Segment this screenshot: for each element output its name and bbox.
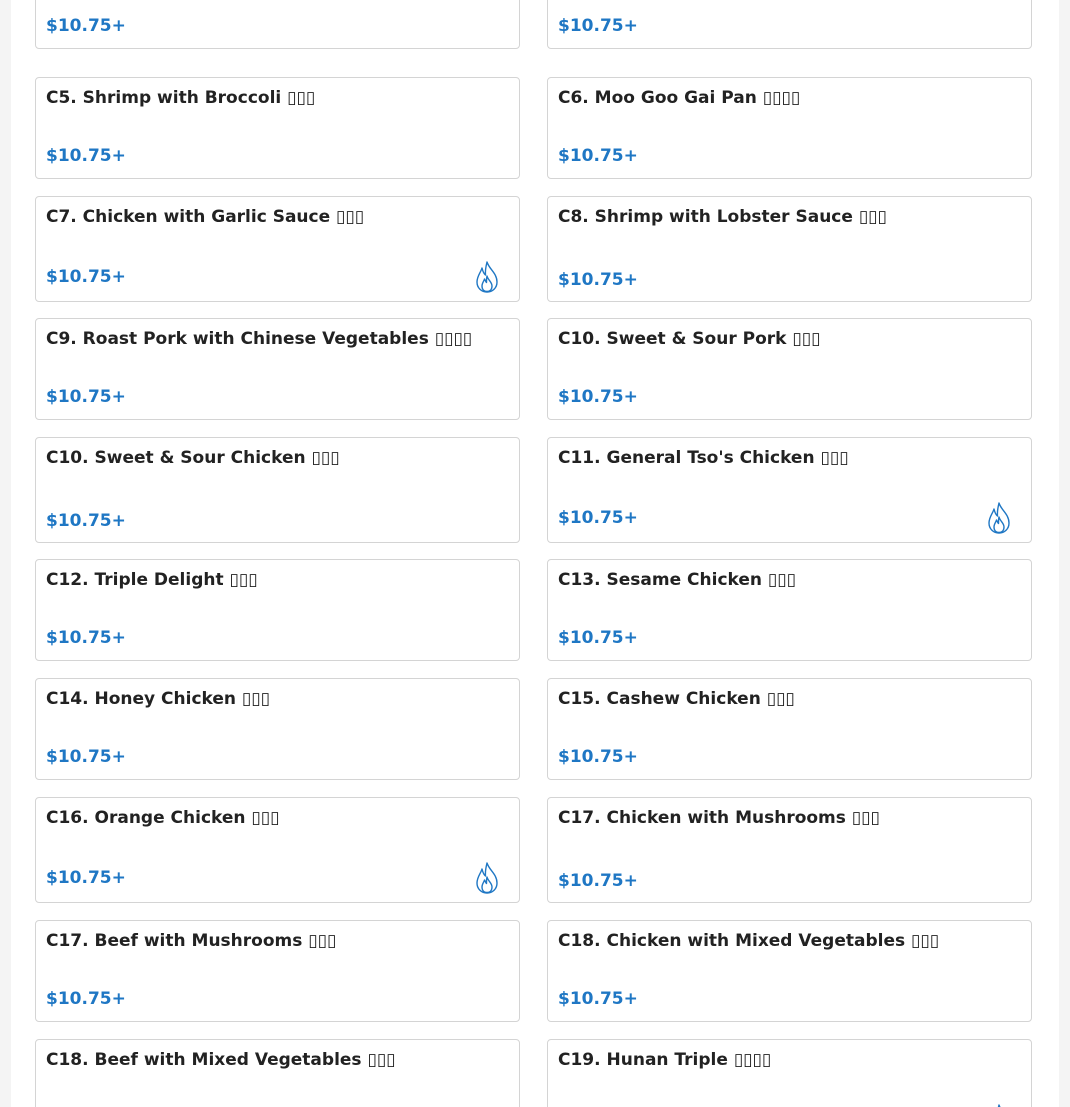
menu-item-name: C18. Beef with Mixed Vegetables ▯▯▯: [46, 1050, 396, 1070]
menu-item-name: C10. Sweet & Sour Chicken ▯▯▯: [46, 448, 340, 468]
menu-item-card[interactable]: C17. Beef with Mushrooms ▯▯▯ $10.75+: [35, 920, 520, 1022]
menu-item-price: $10.75+: [558, 508, 638, 528]
menu-item-name: C10. Sweet & Sour Pork ▯▯▯: [558, 329, 821, 349]
menu-item-price: $10.75+: [558, 871, 638, 891]
menu-item-name: C16. Orange Chicken ▯▯▯: [46, 808, 280, 828]
menu-item-card[interactable]: $10.75+: [547, 0, 1032, 49]
menu-item-card[interactable]: C6. Moo Goo Gai Pan ▯▯▯▯ $10.75+: [547, 77, 1032, 179]
flame-icon: [473, 260, 501, 294]
menu-item-price: $10.75+: [46, 146, 126, 166]
menu-item-price: $10.75+: [46, 267, 126, 287]
menu-item-price: $10.75+: [558, 387, 638, 407]
menu-item-name: C12. Triple Delight ▯▯▯: [46, 570, 258, 590]
menu-item-name: C13. Sesame Chicken ▯▯▯: [558, 570, 796, 590]
menu-item-card[interactable]: C15. Cashew Chicken ▯▯▯ $10.75+: [547, 678, 1032, 780]
menu-item-price: $10.75+: [46, 868, 126, 888]
menu-item-name: C8. Shrimp with Lobster Sauce ▯▯▯: [558, 207, 887, 227]
menu-item-card[interactable]: C12. Triple Delight ▯▯▯ $10.75+: [35, 559, 520, 661]
menu-item-card[interactable]: C13. Sesame Chicken ▯▯▯ $10.75+: [547, 559, 1032, 661]
menu-page: $10.75+ $10.75+ C5. Shrimp with Broccoli…: [11, 0, 1059, 1107]
menu-item-name: C7. Chicken with Garlic Sauce ▯▯▯: [46, 207, 365, 227]
menu-item-card[interactable]: C11. General Tso's Chicken ▯▯▯ $10.75+: [547, 437, 1032, 543]
menu-item-price: $10.75+: [46, 16, 126, 36]
menu-item-price: $10.75+: [558, 146, 638, 166]
menu-item-price: $10.75+: [558, 16, 638, 36]
menu-item-price: $10.75+: [558, 628, 638, 648]
menu-item-name: C14. Honey Chicken ▯▯▯: [46, 689, 270, 709]
flame-icon: [985, 1103, 1013, 1107]
menu-item-card[interactable]: C10. Sweet & Sour Chicken ▯▯▯ $10.75+: [35, 437, 520, 543]
menu-item-price: $10.75+: [46, 747, 126, 767]
menu-item-name: C18. Chicken with Mixed Vegetables ▯▯▯: [558, 931, 940, 951]
menu-item-price: $10.75+: [558, 270, 638, 290]
menu-item-price: $10.75+: [46, 989, 126, 1009]
menu-item-card[interactable]: C16. Orange Chicken ▯▯▯ $10.75+: [35, 797, 520, 903]
menu-item-card[interactable]: C17. Chicken with Mushrooms ▯▯▯ $10.75+: [547, 797, 1032, 903]
menu-item-name: C19. Hunan Triple ▯▯▯▯: [558, 1050, 772, 1070]
menu-item-card[interactable]: C14. Honey Chicken ▯▯▯ $10.75+: [35, 678, 520, 780]
menu-item-card[interactable]: C9. Roast Pork with Chinese Vegetables ▯…: [35, 318, 520, 420]
menu-item-price: $10.75+: [558, 989, 638, 1009]
menu-item-card[interactable]: $10.75+: [35, 0, 520, 49]
menu-item-name: C17. Beef with Mushrooms ▯▯▯: [46, 931, 337, 951]
menu-item-price: $10.75+: [46, 387, 126, 407]
menu-item-price: $10.75+: [558, 747, 638, 767]
menu-item-price: $10.75+: [46, 628, 126, 648]
menu-item-card[interactable]: C5. Shrimp with Broccoli ▯▯▯ $10.75+: [35, 77, 520, 179]
menu-item-card[interactable]: C10. Sweet & Sour Pork ▯▯▯ $10.75+: [547, 318, 1032, 420]
menu-item-name: C15. Cashew Chicken ▯▯▯: [558, 689, 795, 709]
menu-item-card[interactable]: C7. Chicken with Garlic Sauce ▯▯▯ $10.75…: [35, 196, 520, 302]
menu-item-name: C9. Roast Pork with Chinese Vegetables ▯…: [46, 329, 473, 349]
flame-icon: [985, 501, 1013, 535]
menu-item-card[interactable]: C18. Chicken with Mixed Vegetables ▯▯▯ $…: [547, 920, 1032, 1022]
menu-item-card[interactable]: C18. Beef with Mixed Vegetables ▯▯▯ $10.…: [35, 1039, 520, 1107]
menu-item-name: C17. Chicken with Mushrooms ▯▯▯: [558, 808, 880, 828]
menu-item-name: C11. General Tso's Chicken ▯▯▯: [558, 448, 849, 468]
menu-item-price: $10.75+: [46, 511, 126, 531]
menu-item-name: C6. Moo Goo Gai Pan ▯▯▯▯: [558, 88, 801, 108]
menu-item-name: C5. Shrimp with Broccoli ▯▯▯: [46, 88, 316, 108]
menu-item-card[interactable]: C8. Shrimp with Lobster Sauce ▯▯▯ $10.75…: [547, 196, 1032, 302]
flame-icon: [473, 861, 501, 895]
menu-item-card[interactable]: C19. Hunan Triple ▯▯▯▯ $10.75+: [547, 1039, 1032, 1107]
